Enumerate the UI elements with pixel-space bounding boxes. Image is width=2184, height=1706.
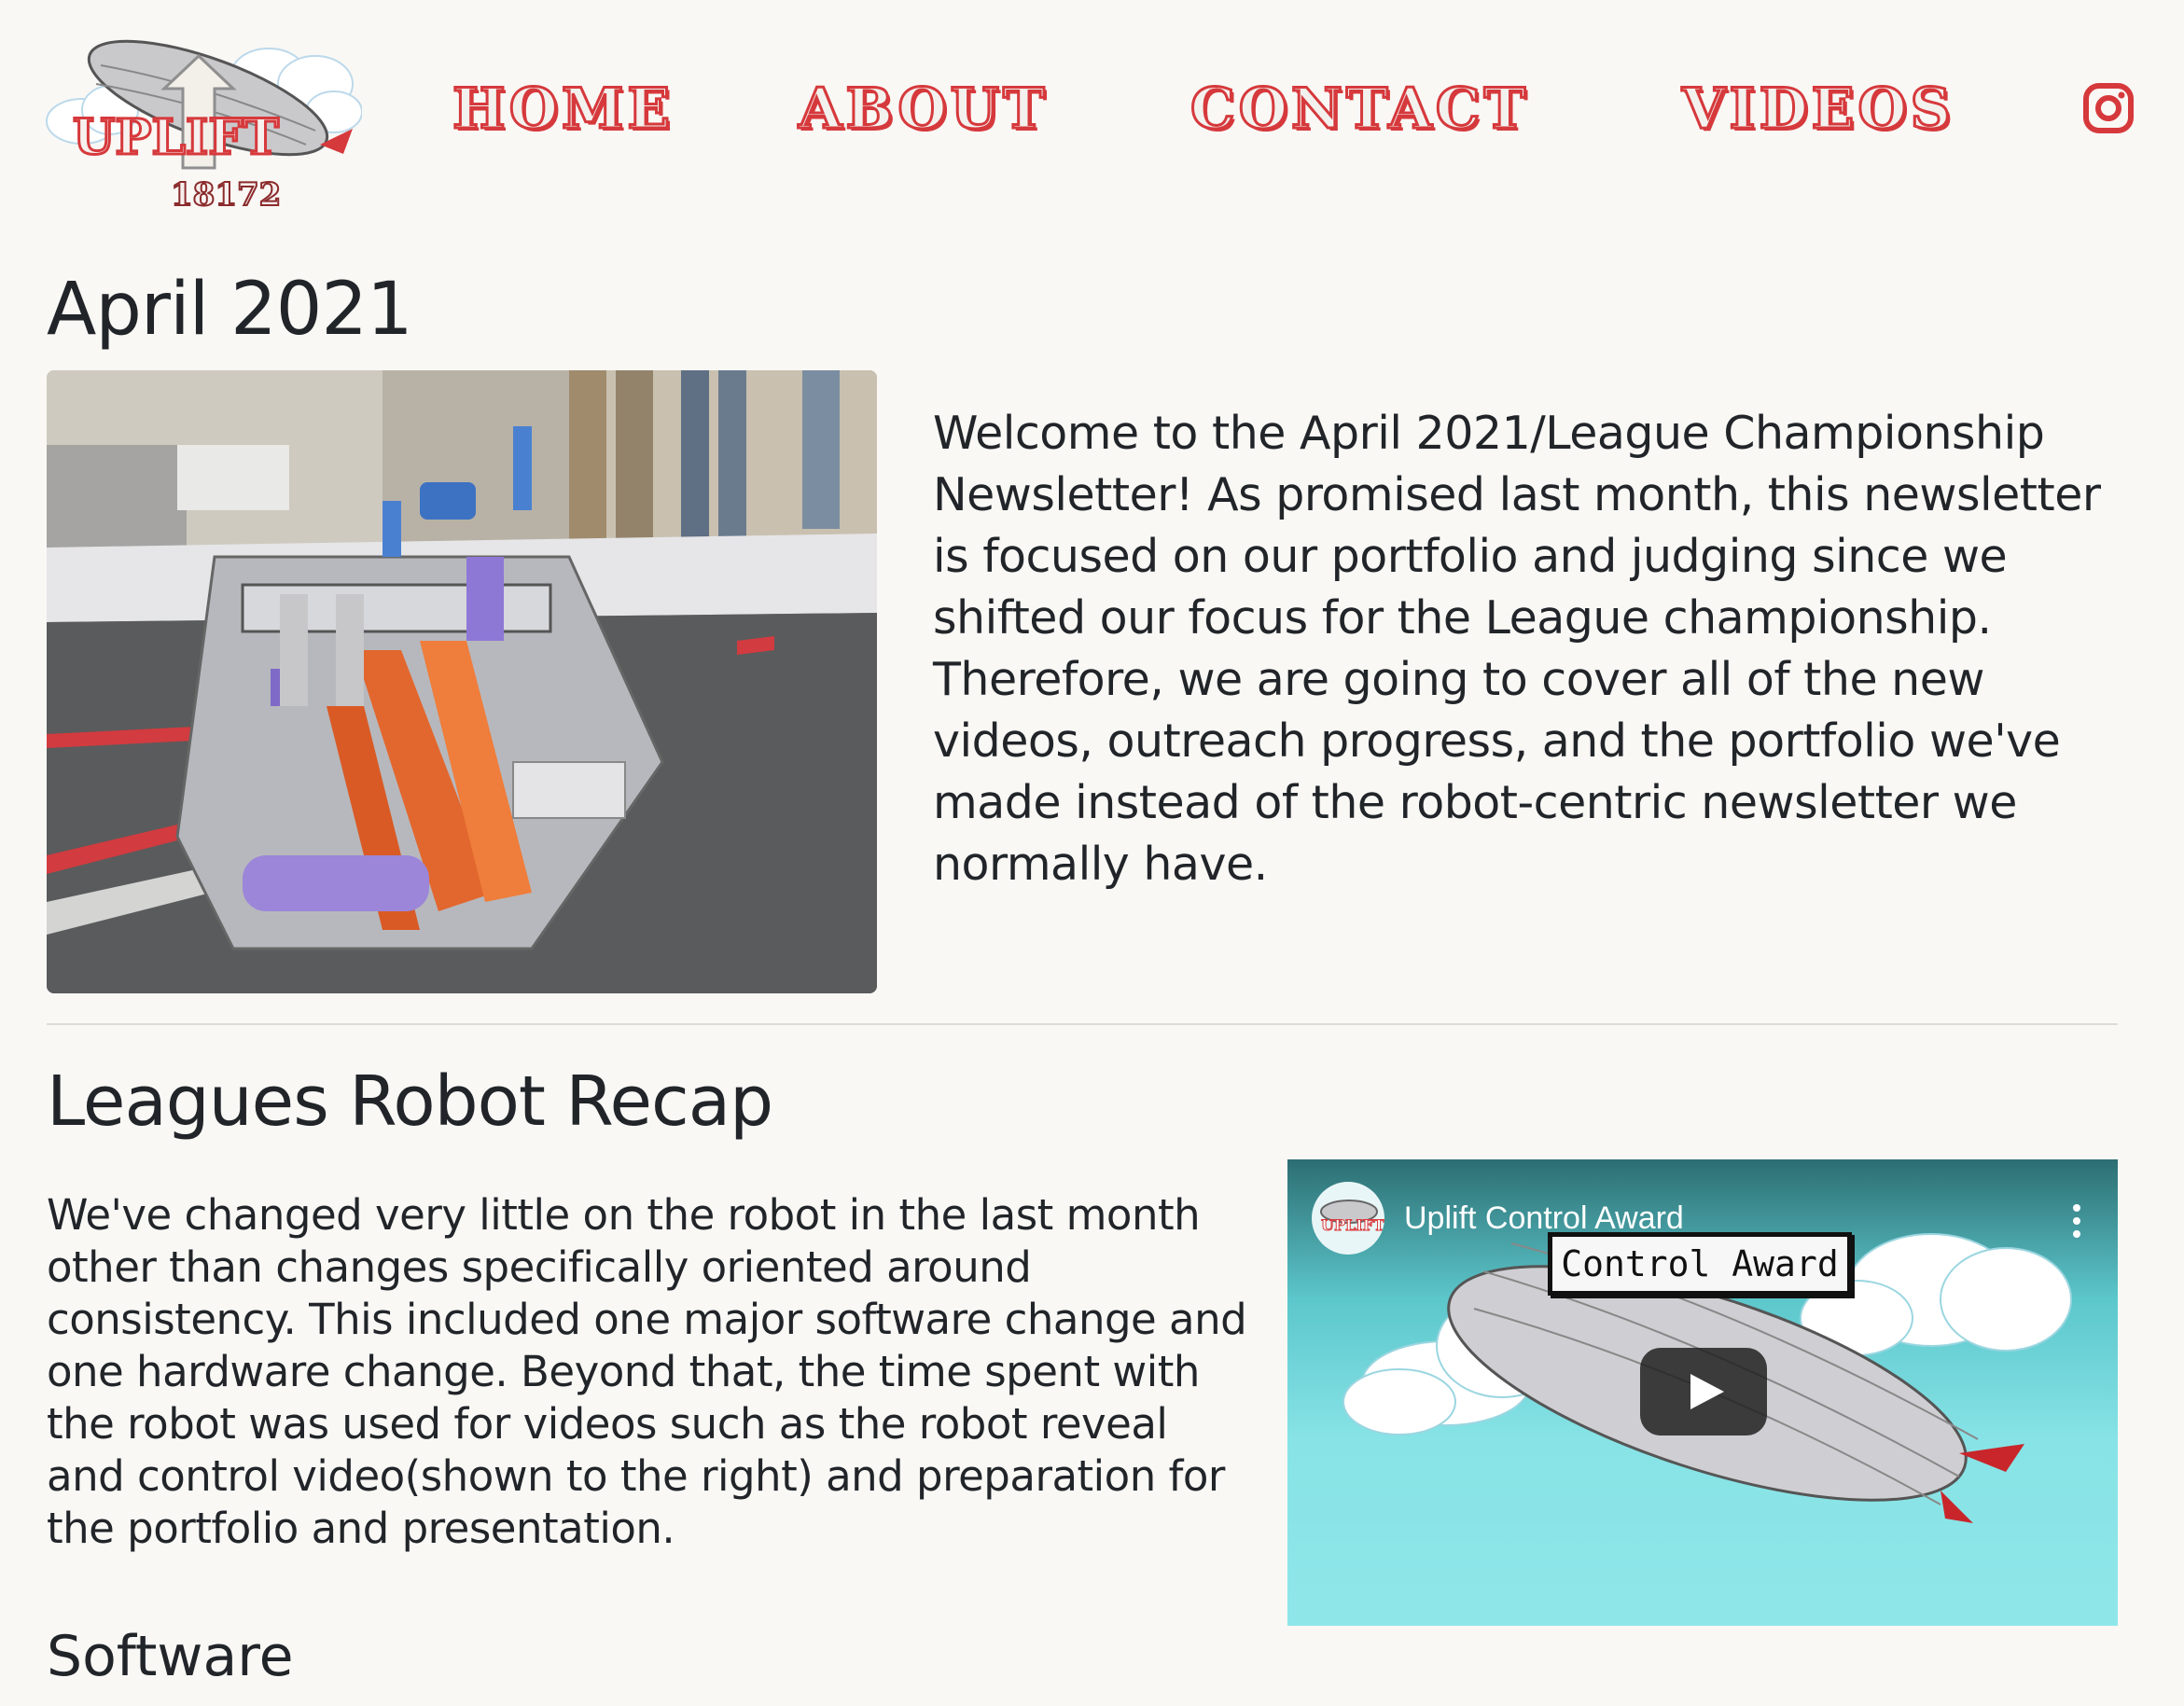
recap-paragraph: We've changed very little on the robot i… [47,1190,1247,1553]
section-title-leagues-robot-recap: Leagues Robot Recap [47,1061,773,1142]
embedded-video-player[interactable]: UPLIFT Uplift Control Award Control Awar… [1287,1159,2118,1626]
uplift-logo[interactable]: UPLIFT 18172 [45,28,363,219]
section-title-software: Software [47,1624,294,1689]
nav-about-link[interactable]: ABOUT [798,76,1049,144]
robot-photo [47,370,877,993]
video-award-label: Control Award [1548,1232,1852,1296]
nav-videos-link[interactable]: VIDEOS [1681,76,1954,144]
video-more-options-icon[interactable] [2071,1204,2082,1241]
section-divider [47,1023,2118,1025]
nav-home-link[interactable]: HOME [451,76,674,144]
intro-paragraph: Welcome to the April 2021/League Champio… [933,407,2101,891]
instagram-icon[interactable] [2082,82,2135,134]
top-navigation: UPLIFT 18172 HOME ABOUT CONTACT VIDEOS [0,0,2184,224]
nav-contact-link[interactable]: CONTACT [1189,76,1529,144]
svg-text:UPLIFT: UPLIFT [1321,1216,1384,1234]
section-title-april-2021: April 2021 [47,268,413,352]
svg-text:UPLIFT: UPLIFT [73,109,279,166]
svg-text:18172: 18172 [171,176,281,214]
play-icon[interactable] [1640,1348,1767,1436]
channel-avatar[interactable]: UPLIFT [1312,1182,1384,1255]
